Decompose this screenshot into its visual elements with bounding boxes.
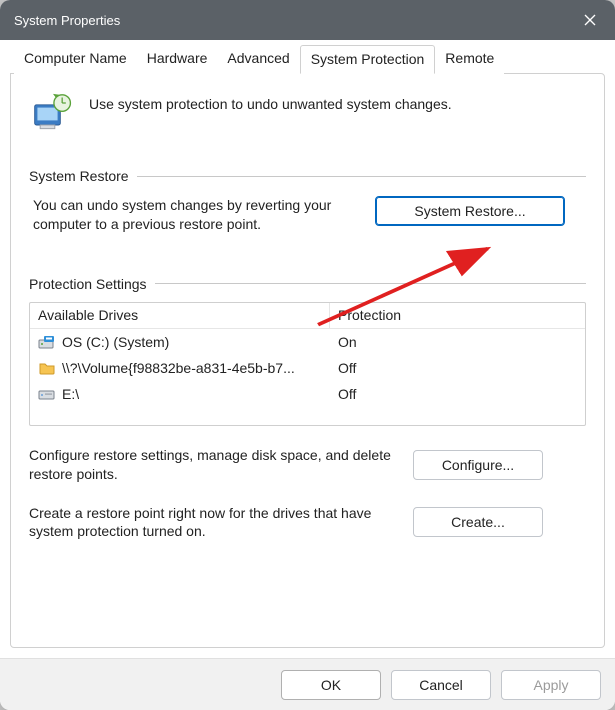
drive-label: E:\ bbox=[62, 386, 79, 402]
drive-protection: Off bbox=[330, 381, 585, 407]
window-body: Computer Name Hardware Advanced System P… bbox=[0, 40, 615, 658]
protection-settings-group: Protection Settings Available Drives Pro… bbox=[29, 276, 586, 544]
system-protection-panel: Use system protection to undo unwanted s… bbox=[10, 73, 605, 648]
system-protection-icon bbox=[31, 92, 75, 136]
drives-header: Available Drives Protection bbox=[30, 303, 585, 329]
cancel-button[interactable]: Cancel bbox=[391, 670, 491, 700]
drives-table: Available Drives Protection OS (C:) (Sys bbox=[29, 302, 586, 426]
configure-desc: Configure restore settings, manage disk … bbox=[29, 446, 399, 484]
tab-computer-name[interactable]: Computer Name bbox=[14, 45, 137, 74]
ok-button[interactable]: OK bbox=[281, 670, 381, 700]
dialog-footer: OK Cancel Apply bbox=[0, 658, 615, 710]
drive-protection: Off bbox=[330, 355, 585, 381]
system-restore-title: System Restore bbox=[29, 168, 129, 184]
folder-icon bbox=[38, 360, 56, 376]
system-properties-window: System Properties Computer Name Hardware… bbox=[0, 0, 615, 710]
system-restore-group: System Restore You can undo system chang… bbox=[29, 168, 586, 234]
header-protection[interactable]: Protection bbox=[330, 303, 585, 328]
configure-row: Configure restore settings, manage disk … bbox=[29, 444, 586, 486]
tabs: Computer Name Hardware Advanced System P… bbox=[10, 44, 605, 73]
create-desc: Create a restore point right now for the… bbox=[29, 504, 399, 542]
drive-label: OS (C:) (System) bbox=[62, 334, 169, 350]
tab-remote[interactable]: Remote bbox=[435, 45, 504, 74]
divider bbox=[155, 283, 586, 284]
drive-label: \\?\Volume{f98832be-a831-4e5b-b7... bbox=[62, 360, 295, 376]
protection-settings-title: Protection Settings bbox=[29, 276, 147, 292]
tab-advanced[interactable]: Advanced bbox=[217, 45, 299, 74]
configure-button[interactable]: Configure... bbox=[413, 450, 543, 480]
table-row[interactable]: E:\ Off bbox=[30, 381, 585, 407]
system-restore-desc: You can undo system changes by reverting… bbox=[29, 196, 359, 234]
create-row: Create a restore point right now for the… bbox=[29, 502, 586, 544]
tab-system-protection[interactable]: System Protection bbox=[300, 45, 436, 74]
create-button[interactable]: Create... bbox=[413, 507, 543, 537]
intro-row: Use system protection to undo unwanted s… bbox=[29, 88, 586, 142]
intro-text: Use system protection to undo unwanted s… bbox=[89, 92, 452, 112]
disk-system-icon bbox=[38, 334, 56, 350]
system-restore-button[interactable]: System Restore... bbox=[375, 196, 565, 226]
header-available-drives[interactable]: Available Drives bbox=[30, 303, 330, 328]
drive-protection: On bbox=[330, 329, 585, 355]
table-row[interactable]: OS (C:) (System) On bbox=[30, 329, 585, 355]
window-title: System Properties bbox=[14, 13, 120, 28]
disk-icon bbox=[38, 386, 56, 402]
titlebar: System Properties bbox=[0, 0, 615, 40]
close-icon bbox=[584, 14, 596, 26]
table-row[interactable]: \\?\Volume{f98832be-a831-4e5b-b7... Off bbox=[30, 355, 585, 381]
close-button[interactable] bbox=[565, 0, 615, 40]
apply-button[interactable]: Apply bbox=[501, 670, 601, 700]
divider bbox=[137, 176, 586, 177]
tab-hardware[interactable]: Hardware bbox=[137, 45, 218, 74]
